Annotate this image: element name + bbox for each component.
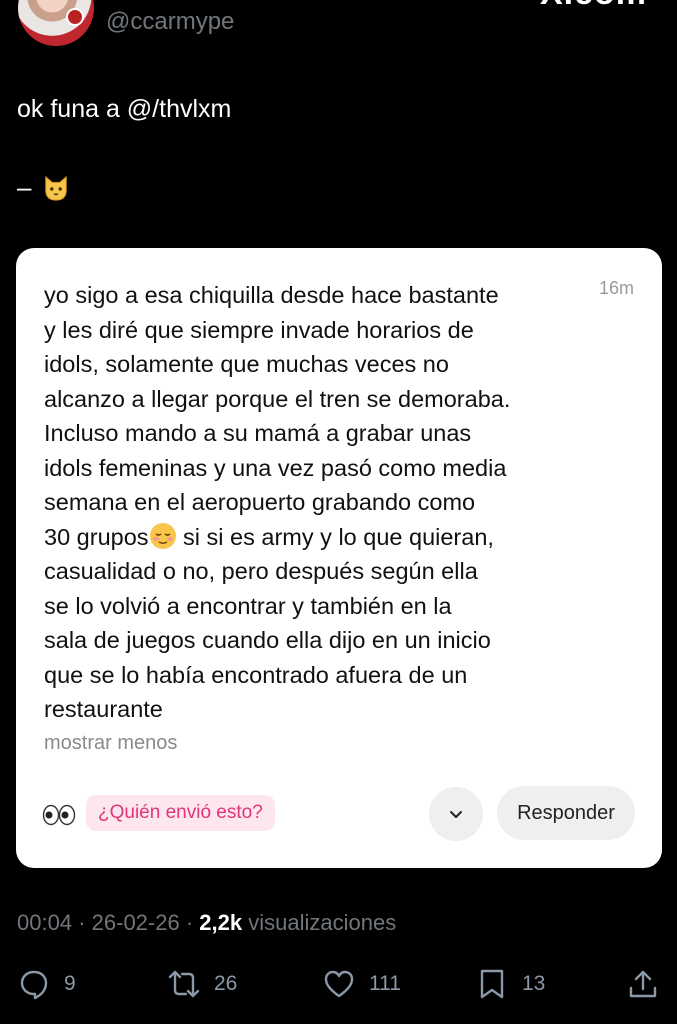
message-text: yo sigo a esa chiquilla desde hace basta… (44, 278, 574, 727)
retweet-icon (168, 970, 200, 998)
retweet-count: 26 (214, 972, 238, 995)
logo-fragment: X.com (540, 0, 647, 13)
tweet-meta: 00:04 · 26-02-26 · 2,2k visualizaciones (17, 910, 396, 936)
reply-icon (20, 970, 48, 1000)
message-time: 16m (598, 278, 634, 298)
reply-button[interactable]: Responder (497, 786, 635, 840)
retweet-action[interactable]: 26 (168, 968, 237, 1000)
like-action[interactable]: 111 (323, 968, 401, 1000)
share-icon (629, 970, 657, 998)
chevron-down-icon (450, 811, 462, 818)
user-handle[interactable]: @ccarmype (106, 8, 234, 36)
flag-badge (66, 8, 84, 26)
bookmark-action[interactable]: 13 (476, 968, 545, 1000)
dash: – (17, 172, 32, 202)
like-count: 111 (369, 972, 401, 995)
cat-face-icon (45, 175, 68, 201)
share-action[interactable] (627, 968, 659, 1000)
separator-dot: · (78, 910, 92, 935)
reply-action[interactable]: 9 (18, 968, 76, 1000)
bookmark-icon (480, 969, 504, 999)
post-date[interactable]: 26-02-26 (92, 910, 180, 935)
heart-icon (324, 970, 354, 998)
post-time[interactable]: 00:04 (17, 910, 72, 935)
show-less-link[interactable]: mostrar menos (44, 732, 177, 755)
tweet-dash-line: – (17, 172, 71, 203)
who-sent-button[interactable]: ¿Quién envió esto? (86, 795, 275, 831)
separator-dot: · (185, 910, 200, 935)
action-bar: 9 26 111 13 (0, 964, 677, 1008)
reply-count: 9 (64, 972, 76, 995)
avatar[interactable] (18, 0, 94, 46)
bookmark-count: 13 (522, 972, 546, 995)
message-card: yo sigo a esa chiquilla desde hace basta… (16, 248, 662, 868)
relieved-face-icon (149, 522, 176, 549)
message-part-2: si si es army y lo que quieran, casualid… (44, 523, 494, 723)
tweet-text: ok funa a @/thvlxm (17, 95, 232, 123)
views-count: 2,2k (199, 910, 243, 935)
views-label: visualizaciones (248, 910, 397, 935)
expand-button[interactable] (429, 787, 483, 841)
message-part-1: yo sigo a esa chiquilla desde hace basta… (44, 282, 511, 550)
eyes-icon (42, 804, 76, 826)
